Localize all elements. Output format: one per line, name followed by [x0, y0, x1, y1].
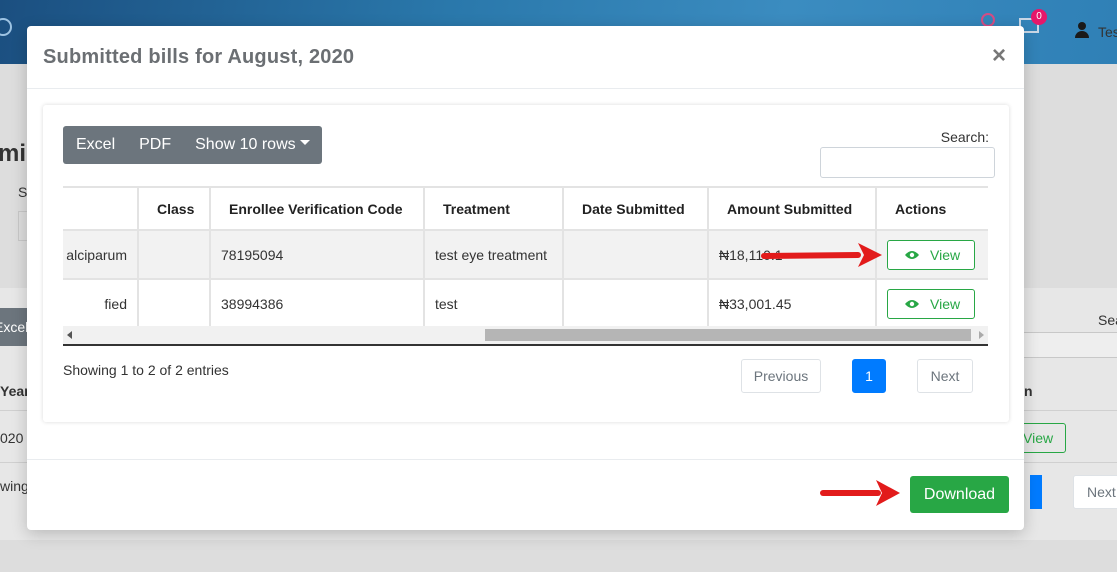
column-header-class[interactable]: Class	[137, 186, 211, 231]
previous-page-button[interactable]: Previous	[741, 359, 821, 393]
field-label: S	[18, 184, 28, 200]
show-rows-dropdown[interactable]: Show 10 rows	[183, 126, 322, 164]
modal-header-divider	[27, 88, 1024, 89]
table-row: fied 38994386 test ₦33,001.45 View	[63, 278, 988, 329]
eye-icon	[905, 250, 919, 259]
export-toolbar: Excel PDF Show 10 rows	[63, 126, 322, 164]
page-heading: mi	[0, 140, 27, 167]
cell-actions: View	[875, 229, 988, 280]
notification-badge: 0	[1031, 9, 1047, 25]
column-header-treatment[interactable]: Treatment	[423, 186, 564, 231]
bg-year-header: Year	[0, 383, 30, 399]
column-header-verification-code[interactable]: Enrollee Verification Code	[209, 186, 425, 231]
bg-action-header: n	[1024, 383, 1033, 399]
annotation-arrow-icon	[761, 243, 882, 267]
cell-amount-submitted: ₦33,001.45	[707, 278, 877, 329]
close-icon[interactable]: ×	[992, 44, 1006, 68]
next-page-button[interactable]: Next	[917, 359, 973, 393]
page-1-button[interactable]: 1	[852, 359, 886, 393]
horizontal-scrollbar[interactable]	[63, 326, 988, 346]
view-button[interactable]: View	[887, 288, 975, 319]
submitted-bills-modal: Submitted bills for August, 2020 × Excel…	[27, 26, 1024, 530]
column-header-actions[interactable]: Actions	[875, 186, 988, 231]
cell-verification-code: 38994386	[209, 278, 425, 329]
bg-search-input[interactable]	[1020, 332, 1117, 358]
bg-search-label: Sea	[1098, 312, 1117, 328]
cell-diagnosis: alciparum	[63, 229, 139, 280]
column-header-amount-submitted[interactable]: Amount Submitted	[707, 186, 877, 231]
pdf-button[interactable]: PDF	[127, 126, 183, 164]
view-button-label: View	[930, 295, 961, 312]
scrollbar-thumb[interactable]	[485, 329, 971, 341]
eye-icon	[905, 299, 919, 308]
bg-showing-text: wing	[0, 478, 29, 494]
bg-next-button[interactable]: Next	[1073, 475, 1117, 509]
cell-actions: View	[875, 278, 988, 329]
annotation-arrow-icon	[820, 480, 900, 506]
user-name[interactable]: Tes	[1098, 24, 1117, 40]
caret-down-icon	[299, 140, 310, 146]
excel-button[interactable]: Excel	[63, 126, 127, 164]
cell-verification-code: 78195094	[209, 229, 425, 280]
cell-date-submitted	[562, 229, 709, 280]
cell-treatment: test	[423, 278, 564, 329]
user-icon[interactable]	[1075, 22, 1089, 38]
view-button-label: View	[930, 246, 961, 263]
cell-class	[137, 278, 211, 329]
search-input[interactable]	[820, 147, 995, 178]
show-rows-label: Show 10 rows	[195, 136, 296, 153]
table-header-row: Class Enrollee Verification Code Treatme…	[63, 186, 988, 231]
cell-date-submitted	[562, 278, 709, 329]
view-button[interactable]: View	[887, 239, 975, 270]
cell-class	[137, 229, 211, 280]
cell-diagnosis: fied	[63, 278, 139, 329]
cell-treatment: test eye treatment	[423, 229, 564, 280]
scroll-left-icon[interactable]	[67, 331, 72, 339]
table-info: Showing 1 to 2 of 2 entries	[63, 362, 229, 378]
modal-title: Submitted bills for August, 2020	[43, 46, 355, 68]
bg-excel-button[interactable]: Excel	[0, 308, 30, 346]
bg-page-current[interactable]	[1030, 475, 1042, 509]
bg-year-value: 020	[0, 430, 24, 446]
search-label: Search:	[940, 129, 989, 145]
scroll-right-icon[interactable]	[979, 331, 984, 339]
download-button[interactable]: Download	[910, 476, 1009, 513]
modal-footer-divider	[27, 459, 1024, 460]
column-header-diagnosis[interactable]	[63, 186, 139, 231]
column-header-date-submitted[interactable]: Date Submitted	[562, 186, 709, 231]
